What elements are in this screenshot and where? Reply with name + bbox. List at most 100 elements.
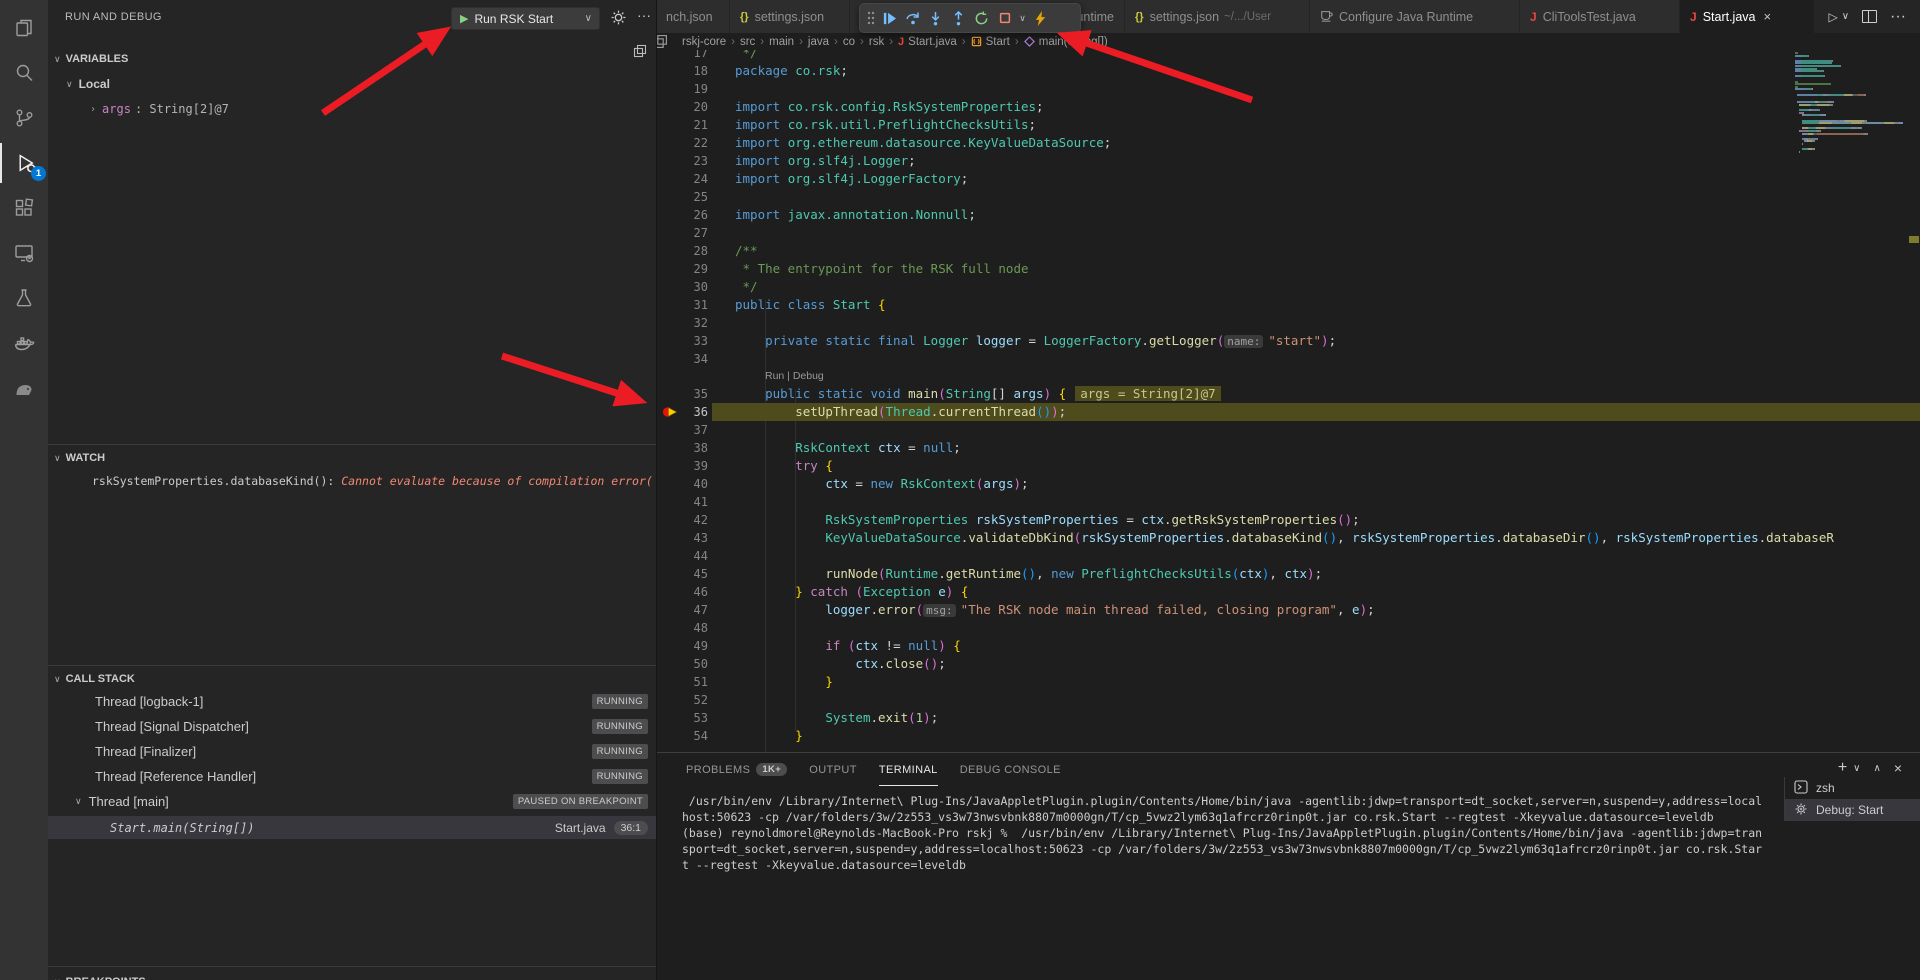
breadcrumb-item[interactable]: main(String[]) [1024, 36, 1108, 48]
gear-icon[interactable] [610, 9, 627, 31]
code-line-28[interactable]: 28/** [656, 242, 1920, 260]
restart-icon[interactable] [970, 6, 993, 30]
close-icon[interactable]: × [1764, 9, 1772, 24]
code-line-21[interactable]: 21import co.rsk.util.PreflightChecksUtil… [656, 116, 1920, 134]
more-actions-icon[interactable]: ··· [1890, 8, 1906, 26]
breadcrumb-item[interactable]: rskj-core [682, 36, 726, 48]
breakpoints-section-header[interactable]: ∨ BREAKPOINTS [48, 971, 656, 980]
code-line-34[interactable]: 34 [656, 350, 1920, 368]
search-icon[interactable] [0, 53, 48, 93]
launch-config-dropdown[interactable]: ▶ Run RSK Start ∨ [451, 7, 600, 30]
breadcrumb-item[interactable]: main [769, 36, 794, 48]
terminal-list-item-zsh[interactable]: zsh [1785, 777, 1920, 799]
chevron-down-icon[interactable]: ∨ [1016, 6, 1029, 30]
terminal-output[interactable]: /usr/bin/env /Library/Internet\ Plug-Ins… [682, 793, 1780, 873]
code-line-37[interactable]: 37 [656, 421, 1920, 439]
code-line-20[interactable]: 20import co.rsk.config.RskSystemProperti… [656, 98, 1920, 116]
code-line-24[interactable]: 24import org.slf4j.LoggerFactory; [656, 170, 1920, 188]
call-stack-thread[interactable]: ∨Thread [main]PAUSED ON BREAKPOINT [48, 789, 656, 814]
tab-nch-json[interactable]: nch.json [656, 0, 730, 33]
call-stack-thread[interactable]: Thread [Signal Dispatcher]RUNNING [48, 714, 656, 739]
tab-start-java[interactable]: JStart.java× [1680, 0, 1820, 33]
split-editor-icon[interactable] [1862, 10, 1877, 23]
remote-explorer-icon[interactable] [0, 233, 48, 273]
code-line-47[interactable]: 47 logger.error(msg:"The RSK node main t… [656, 601, 1920, 619]
tab-settings-json[interactable]: {}settings.json [730, 0, 850, 33]
run-file-icon[interactable]: ▷ [1828, 10, 1837, 24]
code-line-52[interactable]: 52 [656, 691, 1920, 709]
code-line-42[interactable]: 42 RskSystemProperties rskSystemProperti… [656, 511, 1920, 529]
code-line-50[interactable]: 50 ctx.close(); [656, 655, 1920, 673]
variable-args-row[interactable]: › args : String[2]@7 [90, 99, 229, 119]
testing-icon[interactable] [0, 278, 48, 318]
stop-icon[interactable] [993, 6, 1016, 30]
code-line-49[interactable]: 49 if (ctx != null) { [656, 637, 1920, 655]
gradle-icon[interactable] [0, 368, 48, 408]
step-over-icon[interactable] [901, 6, 924, 30]
docker-icon[interactable] [0, 323, 48, 363]
hot-code-replace-icon[interactable] [1029, 6, 1052, 30]
breadcrumb-item[interactable]: Start [971, 36, 1010, 48]
call-stack-thread[interactable]: Thread [logback-1]RUNNING [48, 689, 656, 714]
step-out-icon[interactable] [947, 6, 970, 30]
code-line-36[interactable]: 36 setUpThread(Thread.currentThread()); [656, 403, 1920, 421]
panel-tab-terminal[interactable]: TERMINAL [879, 753, 938, 786]
code-line-22[interactable]: 22import org.ethereum.datasource.KeyValu… [656, 134, 1920, 152]
panel-tab-output[interactable]: OUTPUT [809, 753, 857, 786]
explorer-icon[interactable] [0, 8, 48, 48]
tab-configure-java-runtime[interactable]: Configure Java Runtime [1310, 0, 1520, 33]
tab-settings-json[interactable]: {}settings.json~/.../User [1125, 0, 1310, 33]
call-stack-thread[interactable]: Thread [Finalizer]RUNNING [48, 739, 656, 764]
code-line-48[interactable]: 48 [656, 619, 1920, 637]
code-line-26[interactable]: 26import javax.annotation.Nonnull; [656, 206, 1920, 224]
code-line-45[interactable]: 45 runNode(Runtime.getRuntime(), new Pre… [656, 565, 1920, 583]
code-line-41[interactable]: 41 [656, 493, 1920, 511]
tab-clitoolstest-java[interactable]: JCliToolsTest.java [1520, 0, 1680, 33]
code-line-44[interactable]: 44 [656, 547, 1920, 565]
code-line-19[interactable]: 19 [656, 80, 1920, 98]
run-and-debug-icon[interactable]: 1 [0, 143, 50, 183]
code-line-38[interactable]: 38 RskContext ctx = null; [656, 439, 1920, 457]
code-line-18[interactable]: 18package co.rsk; [656, 62, 1920, 80]
drag-handle-icon[interactable] [864, 6, 878, 30]
code-line-31[interactable]: 31public class Start { [656, 296, 1920, 314]
code-line-35[interactable]: 35 public static void main(String[] args… [656, 385, 1920, 403]
code-line-27[interactable]: 27 [656, 224, 1920, 242]
code-line-23[interactable]: 23import org.slf4j.Logger; [656, 152, 1920, 170]
panel-tab-debug-console[interactable]: DEBUG CONSOLE [960, 753, 1061, 786]
terminal-list-item-debug-start[interactable]: Debug: Start [1785, 799, 1920, 821]
extensions-icon[interactable] [0, 188, 48, 228]
overlapping-squares-icon[interactable] [633, 44, 647, 63]
code-line-39[interactable]: 39 try { [656, 457, 1920, 475]
call-stack-thread[interactable]: Thread [Reference Handler]RUNNING [48, 764, 656, 789]
code-editor[interactable]: 17 */18package co.rsk;1920import co.rsk.… [656, 50, 1920, 752]
code-line-54[interactable]: 54 } [656, 727, 1920, 745]
new-terminal-icon[interactable]: + [1838, 759, 1847, 777]
panel-tab-problems[interactable]: PROBLEMS1K+ [686, 753, 787, 786]
breadcrumb-item[interactable]: JStart.java [898, 36, 957, 48]
stack-frame-row[interactable]: Start.main(String[]) Start.java 36:1 [48, 816, 656, 839]
code-line-17[interactable]: 17 */ [656, 50, 1920, 62]
code-line-32[interactable]: 32 [656, 314, 1920, 332]
breadcrumb-item[interactable]: src [740, 36, 755, 48]
code-line-29[interactable]: 29 * The entrypoint for the RSK full nod… [656, 260, 1920, 278]
chevron-down-icon[interactable]: ∨ [1853, 763, 1860, 774]
code-line-40[interactable]: 40 ctx = new RskContext(args); [656, 475, 1920, 493]
code-line-30[interactable]: 30 */ [656, 278, 1920, 296]
breadcrumb-item[interactable]: java [808, 36, 829, 48]
watch-section-header[interactable]: ∨ WATCH [48, 447, 656, 469]
continue-icon[interactable] [878, 6, 901, 30]
more-actions-icon[interactable]: ··· [637, 7, 651, 23]
breadcrumb-item[interactable]: co [843, 36, 855, 48]
codelens-run-debug[interactable]: Run | Debug [656, 368, 1920, 385]
call-stack-section-header[interactable]: ∨ CALL STACK [48, 668, 656, 690]
maximize-panel-icon[interactable]: ∧ [1873, 763, 1880, 774]
code-line-33[interactable]: 33 private static final Logger logger = … [656, 332, 1920, 350]
step-into-icon[interactable] [924, 6, 947, 30]
code-line-43[interactable]: 43 KeyValueDataSource.validateDbKind(rsk… [656, 529, 1920, 547]
source-control-icon[interactable] [0, 98, 48, 138]
code-line-46[interactable]: 46 } catch (Exception e) { [656, 583, 1920, 601]
chevron-down-icon[interactable]: ∨ [1842, 11, 1849, 22]
code-line-53[interactable]: 53 System.exit(1); [656, 709, 1920, 727]
variables-section-header[interactable]: ∨ VARIABLES [48, 48, 656, 70]
